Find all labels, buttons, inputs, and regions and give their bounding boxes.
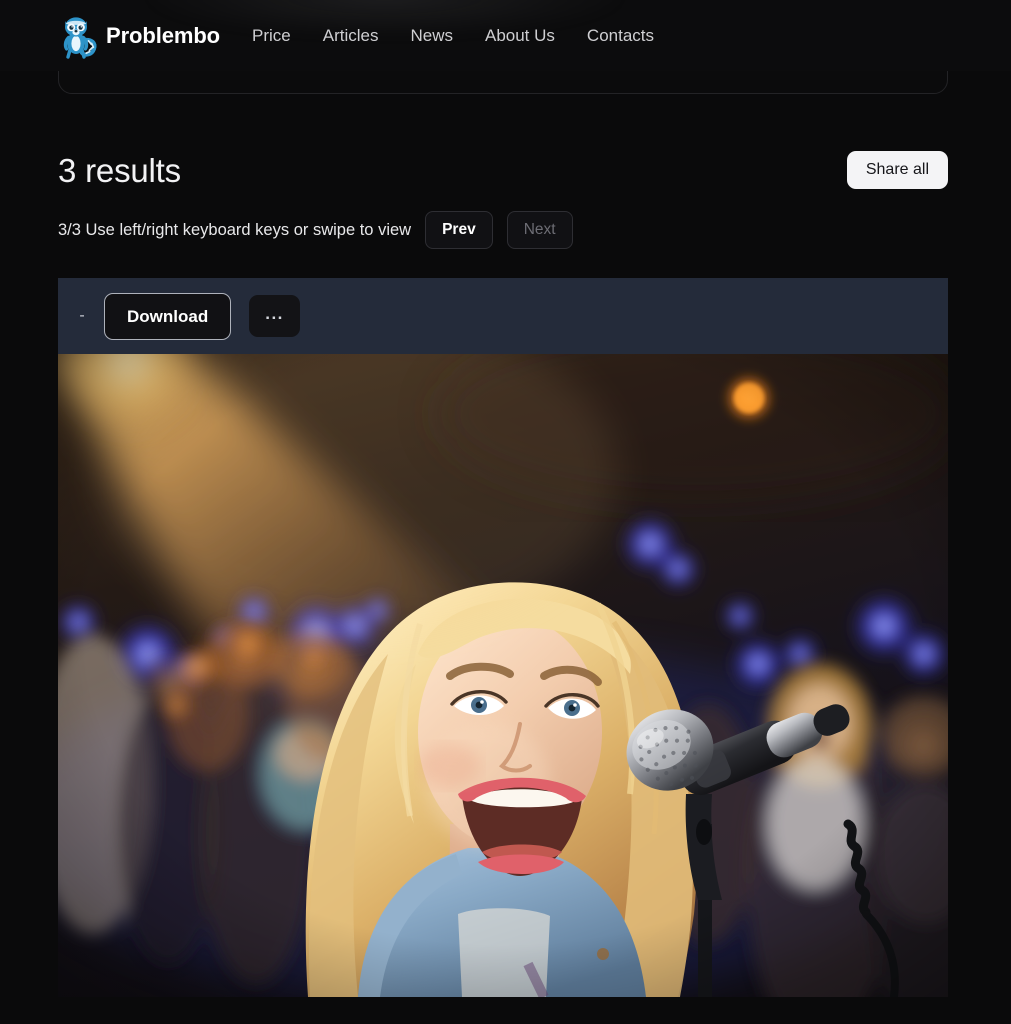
nav-item-articles: Articles [323,26,379,46]
result-item-meta: - [79,307,85,324]
results-pager: 3/3 Use left/right keyboard keys or swip… [58,211,948,249]
pager-hint-text: 3/3 Use left/right keyboard keys or swip… [58,220,412,239]
download-button[interactable]: Download [104,292,232,340]
raccoon-mascot-icon [58,12,98,60]
brand-home-link[interactable]: Problembo [58,12,220,60]
nav-link-news[interactable]: News [410,26,453,45]
result-image[interactable] [58,354,948,997]
results-header: 3 results Share all [58,146,948,194]
results-title: 3 results [58,151,181,189]
nav-link-price[interactable]: Price [252,26,291,45]
app-root: Problembo Price Articles News About Us C… [0,0,1011,1024]
more-options-button[interactable]: ... [249,294,300,338]
nav-item-about-us: About Us [485,26,555,46]
main-navigation: Problembo Price Articles News About Us C… [0,0,1011,71]
nav-link-contacts[interactable]: Contacts [587,26,654,45]
site-header: Problembo Price Articles News About Us C… [0,0,1011,71]
result-item: - Download ... [58,278,948,1000]
brand-name: Problembo [106,22,220,48]
nav-item-news: News [410,26,453,46]
next-button: Next [506,211,573,249]
nav-link-articles[interactable]: Articles [323,26,379,45]
nav-link-list: Price Articles News About Us Contacts [252,26,654,46]
result-item-toolbar: - Download ... [58,278,948,354]
prev-button[interactable]: Prev [425,211,493,249]
nav-item-contacts: Contacts [587,26,654,46]
nav-link-about-us[interactable]: About Us [485,26,555,45]
share-all-button[interactable]: Share all [846,151,948,189]
nav-item-price: Price [252,26,291,46]
